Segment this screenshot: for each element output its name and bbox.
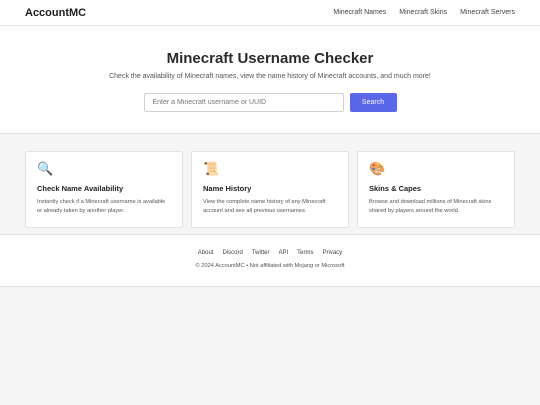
nav-link-minecraft-servers[interactable]: Minecraft Servers (460, 9, 515, 16)
hero-section: Minecraft Username Checker Check the ava… (0, 26, 540, 134)
footer-link-twitter[interactable]: Twitter (252, 250, 270, 256)
feature-description: View the complete name history of any Mi… (203, 199, 326, 214)
site-logo[interactable]: AccountMC (25, 7, 86, 19)
main-nav: Minecraft Names Minecraft Skins Minecraf… (333, 9, 515, 16)
copyright-text: © 2024 AccountMC • Not affiliated with M… (195, 263, 345, 269)
footer: About Discord Twitter API Terms Privacy … (0, 234, 540, 287)
footer-link-privacy[interactable]: Privacy (323, 250, 343, 256)
feature-card-skins-capes: 🎨 Skins & Capes Browse and download mill… (357, 151, 515, 228)
search-button[interactable]: Search (349, 93, 397, 112)
feature-title: Name History (203, 184, 252, 193)
nav-link-minecraft-names[interactable]: Minecraft Names (333, 9, 386, 16)
footer-links: About Discord Twitter API Terms Privacy (0, 250, 540, 256)
search-form: Search (0, 93, 540, 112)
nav-link-minecraft-skins[interactable]: Minecraft Skins (399, 9, 447, 16)
feature-title: Skins & Capes (369, 184, 422, 193)
top-navbar: AccountMC Minecraft Names Minecraft Skin… (0, 0, 540, 26)
page-title: Minecraft Username Checker (166, 50, 374, 67)
feature-cards: 🔍 Check Name Availability Instantly chec… (0, 134, 540, 234)
footer-link-discord[interactable]: Discord (222, 250, 242, 256)
footer-link-api[interactable]: API (279, 250, 289, 256)
feature-description: Browse and download millions of Minecraf… (369, 199, 492, 214)
feature-title: Check Name Availability (37, 184, 124, 193)
feature-description: Instantly check if a Minecraft username … (37, 199, 166, 214)
magnifier-icon: 🔍 (37, 161, 54, 176)
scroll-icon: 📜 (203, 161, 220, 176)
footer-link-about[interactable]: About (198, 250, 214, 256)
feature-card-name-history: 📜 Name History View the complete name hi… (191, 151, 349, 228)
palette-icon: 🎨 (369, 161, 386, 176)
page-subtitle: Check the availability of Minecraft name… (109, 73, 431, 80)
username-search-input[interactable] (143, 93, 344, 112)
footer-link-terms[interactable]: Terms (297, 250, 313, 256)
feature-card-name-availability: 🔍 Check Name Availability Instantly chec… (25, 151, 183, 228)
